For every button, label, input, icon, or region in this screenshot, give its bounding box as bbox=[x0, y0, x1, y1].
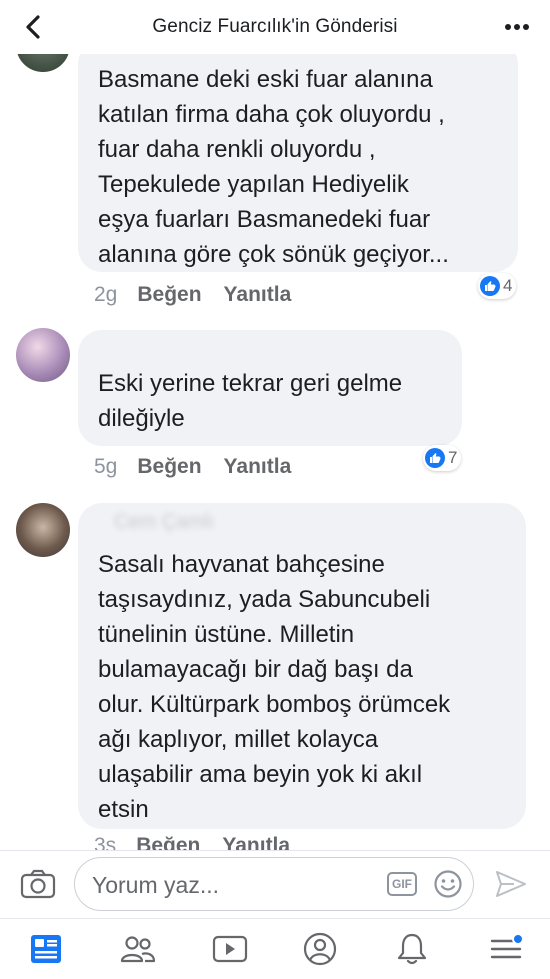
comment-time[interactable]: 5g bbox=[94, 455, 117, 479]
comment-actions: 2g Beğen Yanıtla bbox=[94, 283, 313, 307]
like-button[interactable]: Beğen bbox=[137, 283, 201, 307]
like-button[interactable]: Beğen bbox=[136, 834, 200, 850]
page-title: Genciz Fuarcılık'in Gönderisi bbox=[152, 16, 398, 37]
gif-button[interactable]: GIF bbox=[387, 872, 417, 896]
reaction-count-label: 4 bbox=[503, 276, 513, 295]
comment-text: Sasalı hayvanat bahçesine taşısaydınız, … bbox=[98, 551, 451, 823]
watch-icon[interactable] bbox=[210, 931, 250, 967]
menu-icon[interactable] bbox=[486, 931, 526, 967]
reply-button[interactable]: Yanıtla bbox=[224, 283, 292, 307]
commenter-name[interactable] bbox=[94, 336, 442, 366]
comment-input-placeholder: Yorum yaz... bbox=[92, 872, 219, 898]
bottom-navigation bbox=[0, 918, 550, 979]
news-feed-icon[interactable] bbox=[26, 931, 66, 967]
profile-icon[interactable] bbox=[300, 931, 340, 967]
chevron-left-icon[interactable] bbox=[18, 12, 48, 42]
more-horizontal-icon[interactable] bbox=[502, 12, 532, 42]
comment-bubble: Eski yerine tekrar geri gelme dileğiyle bbox=[78, 330, 462, 446]
comment-bubble: Cem Çamlı Sasalı hayvanat bahçesine taşı… bbox=[78, 503, 526, 829]
reaction-count[interactable]: 7 bbox=[423, 445, 462, 471]
reaction-count-label: 7 bbox=[448, 448, 458, 467]
comment-actions: 3s Beğen Yanıtla bbox=[94, 834, 312, 850]
comment-composer: Yorum yaz... GIF bbox=[0, 850, 550, 919]
commenter-name[interactable]: Cem Çamlı bbox=[114, 511, 506, 541]
like-button[interactable]: Beğen bbox=[137, 455, 201, 479]
emoji-icon[interactable] bbox=[433, 869, 463, 899]
comment-input[interactable]: Yorum yaz... GIF bbox=[74, 857, 474, 911]
thumbs-up-icon bbox=[480, 276, 500, 296]
reaction-count[interactable]: 4 bbox=[478, 273, 517, 299]
comment-text: Eski yerine tekrar geri gelme dileğiyle bbox=[98, 370, 403, 432]
camera-icon[interactable] bbox=[20, 869, 56, 901]
comment-text: Basmane deki eski fuar alanına katılan f… bbox=[98, 66, 449, 268]
post-header: Genciz Fuarcılık'in Gönderisi bbox=[0, 0, 550, 54]
reply-button[interactable]: Yanıtla bbox=[222, 834, 290, 850]
avatar[interactable] bbox=[16, 503, 70, 557]
reply-button[interactable]: Yanıtla bbox=[224, 455, 292, 479]
notifications-icon[interactable] bbox=[392, 931, 432, 967]
thumbs-up-icon bbox=[425, 448, 445, 468]
comment-time[interactable]: 3s bbox=[94, 834, 116, 850]
comment-time[interactable]: 2g bbox=[94, 283, 117, 307]
comment-bubble: Basmane deki eski fuar alanına katılan f… bbox=[78, 40, 518, 272]
send-icon[interactable] bbox=[494, 869, 528, 901]
comment-actions: 5g Beğen Yanıtla bbox=[94, 455, 313, 479]
friends-icon[interactable] bbox=[118, 931, 158, 967]
avatar[interactable] bbox=[16, 328, 70, 382]
comments-feed: Basmane deki eski fuar alanına katılan f… bbox=[0, 0, 550, 850]
